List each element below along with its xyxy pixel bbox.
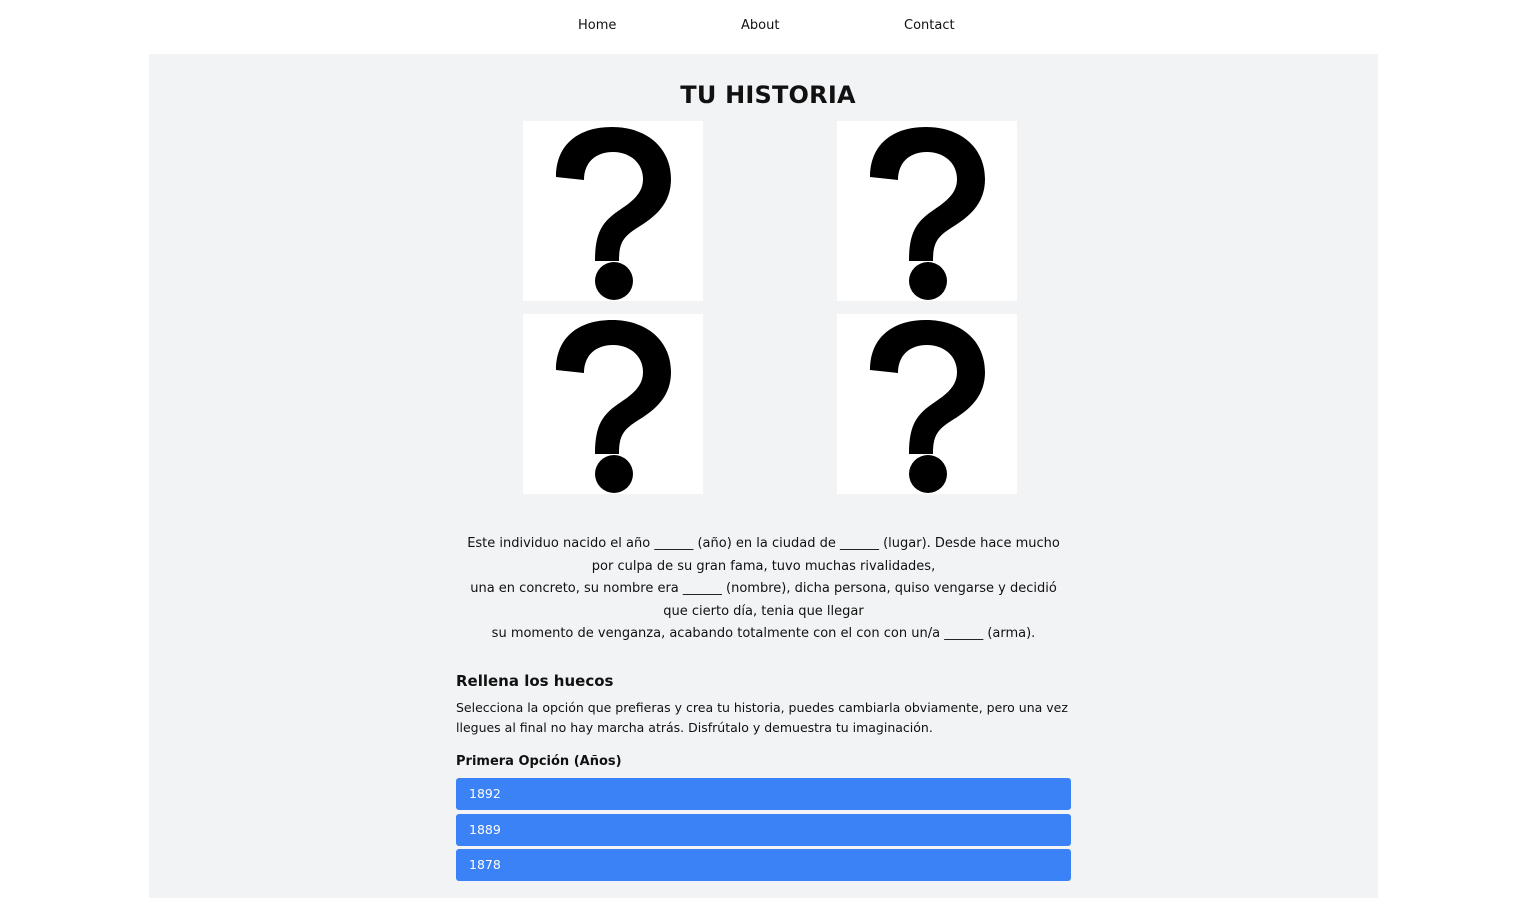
question-mark-icon: [556, 320, 671, 493]
mystery-image-4: [837, 314, 1017, 494]
top-nav: Home About Contact: [0, 0, 1536, 54]
mystery-image-2: [837, 121, 1017, 301]
nav-about-link[interactable]: About: [741, 17, 779, 34]
main-panel: [149, 54, 1378, 898]
story-line-1: Este individuo nacido el año ______ (año…: [467, 536, 1060, 574]
fill-section-heading: Rellena los huecos: [456, 672, 614, 690]
page-title: TU HISTORIA: [680, 81, 856, 109]
question-mark-icon: [556, 127, 671, 300]
option-button-1878[interactable]: 1878: [456, 849, 1071, 881]
story-line-2: una en concreto, su nombre era ______ (n…: [470, 581, 1057, 619]
nav-contact-link[interactable]: Contact: [904, 17, 955, 34]
mystery-image-1: [523, 121, 703, 301]
question-mark-icon: [870, 320, 985, 493]
option-button-1892[interactable]: 1892: [456, 778, 1071, 810]
fill-section-description: Selecciona la opción que prefieras y cre…: [456, 700, 1068, 735]
nav-home-link[interactable]: Home: [578, 17, 616, 34]
story-line-3: su momento de venganza, acabando totalme…: [491, 626, 1036, 641]
story-text: Este individuo nacido el año ______ (año…: [456, 533, 1071, 646]
first-option-label: Primera Opción (Años): [456, 754, 622, 769]
question-mark-icon: [870, 127, 985, 300]
mystery-image-3: [523, 314, 703, 494]
option-button-1889[interactable]: 1889: [456, 814, 1071, 846]
